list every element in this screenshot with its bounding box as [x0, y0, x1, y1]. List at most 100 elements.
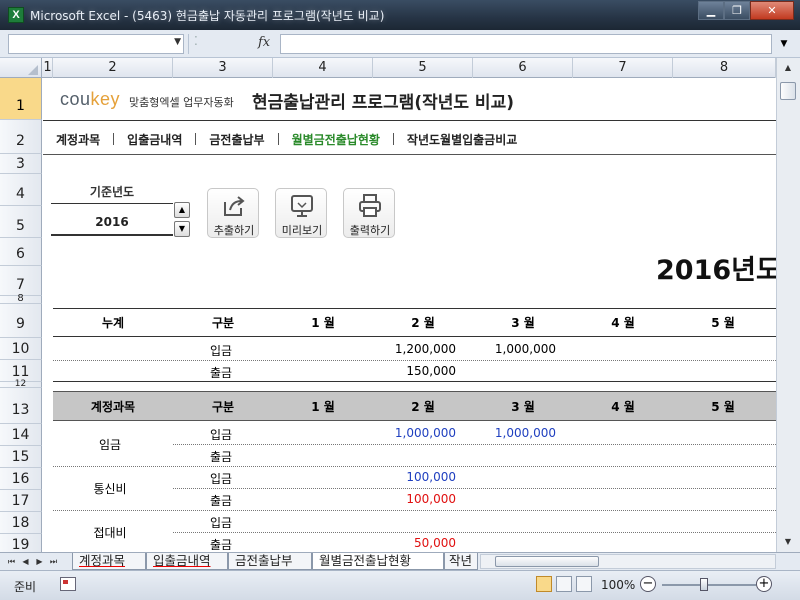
column-header[interactable]: 1	[43, 58, 53, 78]
zoom-out-button[interactable]: −	[640, 576, 656, 592]
vertical-scrollbar[interactable]: ▲ ▼	[776, 58, 800, 552]
account-type-cell[interactable]: 출금	[210, 536, 232, 552]
row-header[interactable]: 2	[0, 120, 42, 154]
formula-bar-divider	[188, 34, 189, 54]
base-year-value[interactable]: 2016	[51, 208, 173, 236]
account-type-cell[interactable]: 출금	[210, 492, 232, 509]
column-header[interactable]: 4	[273, 58, 373, 78]
zoom-level[interactable]: 100%	[601, 578, 635, 592]
summary-header-cell: 누계	[101, 316, 125, 330]
print-button[interactable]: 출력하기	[343, 188, 395, 238]
account-value-cell[interactable]: 1,000,000	[456, 426, 556, 440]
page-layout-view-button[interactable]	[556, 576, 572, 592]
account-value-cell[interactable]: 100,000	[356, 470, 456, 484]
excel-app-icon[interactable]: X	[8, 7, 24, 23]
summary-type-cell[interactable]: 입금	[210, 342, 232, 359]
insert-function-icon[interactable]: fx	[258, 35, 270, 50]
nav-item-cashbook[interactable]: 금전출납부	[196, 131, 277, 148]
close-button[interactable]: ✕	[750, 1, 794, 20]
sheet-tab-monthly-status[interactable]: 월별금전출납현황	[312, 553, 444, 570]
row-header[interactable]: 14	[0, 424, 42, 446]
account-type-cell[interactable]: 입금	[210, 426, 232, 443]
export-button[interactable]: 추출하기	[207, 188, 259, 238]
nav-item-yearly-compare[interactable]: 작년도월별입출금비교	[394, 131, 530, 148]
status-ready: 준비	[14, 580, 37, 594]
formula-input[interactable]	[280, 34, 772, 54]
column-header[interactable]: 7	[573, 58, 673, 78]
normal-view-button[interactable]	[536, 576, 552, 592]
row-header[interactable]: 7	[0, 266, 42, 296]
scroll-up-button[interactable]: ▲	[779, 60, 797, 76]
account-name-cell[interactable]: 임금	[90, 436, 130, 453]
nav-item-monthly-status[interactable]: 월별금전출납현황	[279, 131, 393, 148]
row-header[interactable]: 6	[0, 238, 42, 266]
horizontal-scroll-thumb[interactable]	[495, 556, 599, 567]
name-box[interactable]: ▼	[8, 34, 184, 54]
scroll-down-button[interactable]: ▼	[779, 534, 797, 550]
column-header[interactable]: 8	[673, 58, 776, 78]
account-value-cell[interactable]: 100,000	[356, 492, 456, 506]
column-header[interactable]: 6	[473, 58, 573, 78]
title-divider	[43, 120, 776, 121]
prev-sheet-icon[interactable]: ◀	[20, 554, 31, 569]
sheet-tab-transactions[interactable]: 입출금내역	[146, 553, 228, 570]
row-header[interactable]: 10	[0, 338, 42, 360]
column-header[interactable]: 2	[53, 58, 173, 78]
sheet-tab-cashbook[interactable]: 금전출납부	[228, 553, 312, 570]
row-header[interactable]: 3	[0, 154, 42, 174]
last-sheet-icon[interactable]: ⏭	[48, 554, 59, 569]
row-header[interactable]: 9	[0, 304, 42, 338]
column-header[interactable]: 3	[173, 58, 273, 78]
vertical-scroll-thumb[interactable]	[780, 82, 796, 100]
account-value-cell[interactable]: 50,000	[356, 536, 456, 550]
row-header[interactable]: 19	[0, 534, 42, 552]
account-name-cell[interactable]: 접대비	[90, 524, 130, 541]
table-bottom-border	[53, 381, 776, 382]
account-name-cell[interactable]: 통신비	[90, 480, 130, 497]
expand-formula-bar-icon[interactable]: ▼	[776, 34, 792, 54]
summary-type-cell[interactable]: 출금	[210, 364, 232, 381]
horizontal-scrollbar[interactable]	[480, 554, 776, 569]
page-title: 현금출납관리 프로그램(작년도 비교)	[252, 93, 514, 113]
accounts-header-cell: 3 월	[511, 400, 535, 414]
account-type-cell[interactable]: 입금	[210, 470, 232, 487]
row-header[interactable]: 4	[0, 174, 42, 206]
sheet-tab-accounts[interactable]: 계정과목	[72, 553, 146, 570]
nav-item-transactions[interactable]: 입출금내역	[114, 131, 195, 148]
row-header[interactable]: 8	[0, 294, 42, 304]
row-header[interactable]: 15	[0, 446, 42, 468]
row-header[interactable]: 16	[0, 468, 42, 490]
row-header[interactable]: 1	[0, 78, 42, 120]
chevron-down-icon[interactable]: ▼	[174, 37, 181, 47]
row-header[interactable]: 18	[0, 512, 42, 534]
column-header[interactable]: 5	[373, 58, 473, 78]
account-value-cell[interactable]: 1,000,000	[356, 426, 456, 440]
accounts-header-cell: 4 월	[611, 400, 635, 414]
row-header[interactable]: 5	[0, 206, 42, 238]
macro-record-icon[interactable]	[60, 577, 76, 591]
row-header[interactable]: 13	[0, 388, 42, 424]
row-header[interactable]: 17	[0, 490, 42, 512]
minimize-button[interactable]: ▁	[698, 1, 724, 20]
summary-value-cell[interactable]: 1,000,000	[456, 342, 556, 356]
restore-button[interactable]: ❐	[724, 1, 750, 20]
account-type-cell[interactable]: 입금	[210, 514, 232, 531]
formula-bar-handle-icon[interactable]: ⁚	[194, 34, 198, 48]
year-spin-up-button[interactable]: ▲	[174, 202, 190, 218]
zoom-slider-thumb[interactable]	[700, 578, 708, 591]
summary-value-cell[interactable]: 1,200,000	[356, 342, 456, 356]
sheet-tab-yearly-compare[interactable]: 작년	[444, 553, 478, 570]
year-spin-down-button[interactable]: ▼	[174, 221, 190, 237]
summary-value-cell[interactable]: 150,000	[356, 364, 456, 378]
first-sheet-icon[interactable]: ⏮	[6, 554, 17, 569]
preview-button[interactable]: 미리보기	[275, 188, 327, 238]
zoom-in-button[interactable]: +	[756, 576, 772, 592]
cell-grid[interactable]: coukey 맞춤형엑셀 업무자동화 현금출납관리 프로그램(작년도 비교) 계…	[43, 78, 776, 552]
worksheet[interactable]: 1 2 3 4 5 6 7 8 1 2 3 4 5 6 7 8 9 10 11 …	[0, 58, 776, 552]
page-break-view-button[interactable]	[576, 576, 592, 592]
account-type-cell[interactable]: 출금	[210, 448, 232, 465]
nav-item-accounts[interactable]: 계정과목	[43, 131, 113, 148]
next-sheet-icon[interactable]: ▶	[34, 554, 45, 569]
zoom-slider[interactable]	[662, 584, 756, 586]
select-all-corner[interactable]	[0, 58, 42, 78]
